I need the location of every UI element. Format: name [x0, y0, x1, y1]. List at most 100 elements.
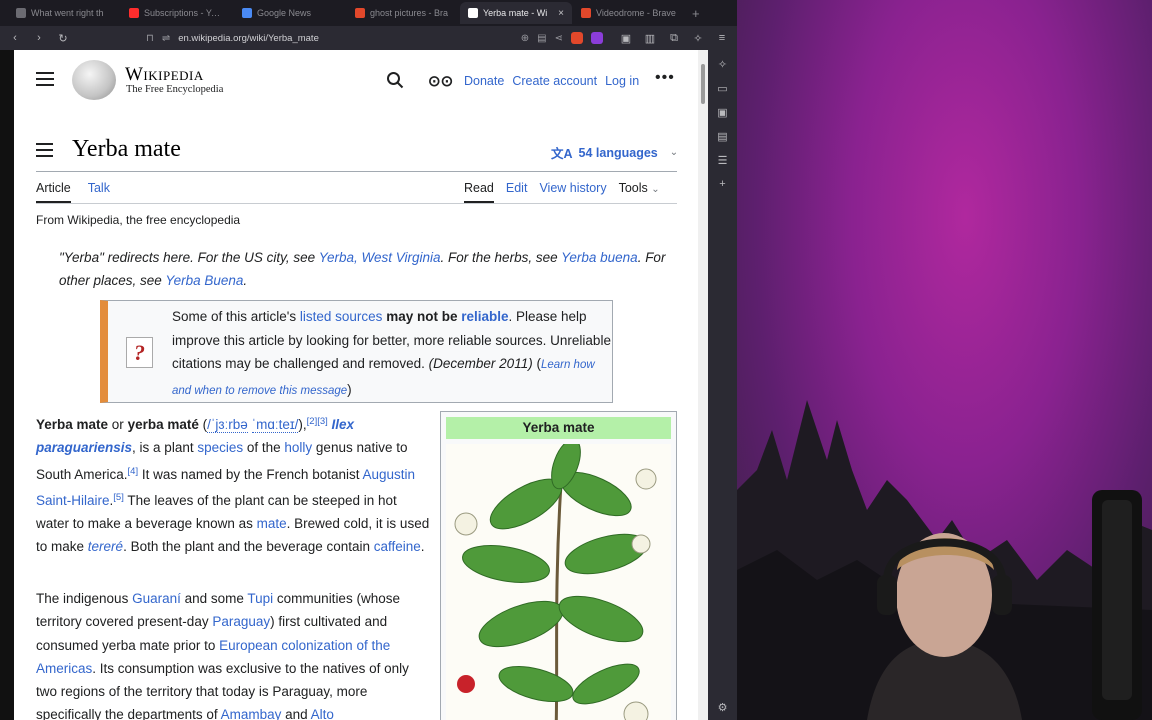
tab-label: Videodrome - Brave [596, 8, 676, 18]
plant-drawing [454, 444, 657, 720]
citation-link[interactable]: [3] [317, 416, 328, 427]
tab-talk[interactable]: Talk [88, 181, 110, 203]
view-tabs: Read Edit View history Tools ⌄ [464, 181, 660, 203]
hatnote-link-yerba-buena[interactable]: Yerba buena [561, 250, 638, 265]
zoom-icon[interactable]: ⊕ [521, 33, 529, 44]
browser-tab[interactable]: Videodrome - Brave [573, 2, 685, 24]
citation-link[interactable]: [4] [128, 466, 139, 477]
share-icon[interactable]: ⋖ [555, 33, 563, 44]
ipa-link[interactable]: /ˈjɜːrbə [207, 417, 248, 433]
bookmark-icon[interactable]: ⊓ [146, 33, 154, 44]
appearance-icon[interactable]: ⊙⊙ [428, 72, 453, 90]
browser-tab[interactable]: What went right th [8, 2, 120, 24]
tools-label: Tools [618, 181, 648, 195]
site-info-icon[interactable]: ⇌ [162, 33, 170, 44]
page-scrollbar[interactable] [698, 50, 708, 720]
new-tab-button[interactable]: + [692, 6, 700, 21]
wikipedia-wordmark[interactable]: Wikipedia [125, 64, 204, 86]
bookmarks-icon[interactable]: ▤ [717, 130, 727, 143]
table-of-contents-icon[interactable] [36, 143, 53, 161]
warning-date: (December 2011) [428, 356, 533, 371]
browser-tab[interactable]: Yerba mate - Wi × [460, 2, 572, 24]
text: It was named by the French botanist [138, 466, 363, 482]
citation-link[interactable]: [2] [307, 416, 318, 427]
tab-edit[interactable]: Edit [506, 181, 528, 203]
languages-button[interactable]: 文A 54 languages ⌄ [551, 143, 678, 162]
tab-bar: What went right th Subscriptions - YouT Go… [0, 0, 737, 26]
question-mark-icon: ? [126, 337, 153, 368]
warning-text-part: Some of this article's [172, 309, 300, 324]
browser-tab[interactable]: ghost pictures - Bra [347, 2, 459, 24]
reload-icon[interactable]: ↻ [56, 32, 70, 45]
forward-icon[interactable]: › [32, 32, 46, 44]
url-text[interactable]: en.wikipedia.org/wiki/Yerba_mate [178, 33, 513, 44]
menu-icon[interactable]: ≡ [715, 32, 729, 44]
scrollbar-thumb[interactable] [701, 64, 705, 104]
browser-tab[interactable]: Subscriptions - YouT [121, 2, 233, 24]
create-account-link[interactable]: Create account [512, 74, 597, 88]
search-icon[interactable] [386, 71, 404, 89]
reading-list-icon[interactable]: ☰ [718, 154, 728, 167]
tab-view-history[interactable]: View history [539, 181, 606, 203]
tab-read[interactable]: Read [464, 181, 494, 203]
playlist-icon[interactable]: ▭ [717, 82, 727, 95]
amambay-link[interactable]: Amambay [221, 707, 282, 720]
chevron-down-icon: ⌄ [669, 147, 679, 158]
sidebar-toggle-icon[interactable]: ▥ [643, 32, 657, 45]
tab-label: Subscriptions - YouT [144, 8, 225, 18]
main-menu-icon[interactable] [36, 72, 54, 90]
brave-rewards-icon[interactable] [591, 32, 603, 44]
citation-link[interactable]: [5] [113, 492, 124, 503]
reliable-link[interactable]: reliable [461, 309, 508, 324]
text: ), [298, 417, 307, 432]
tab-label: What went right th [31, 8, 104, 18]
leo-icon[interactable]: ✧ [691, 32, 705, 45]
holly-link[interactable]: holly [284, 440, 312, 455]
tab-article[interactable]: Article [36, 181, 71, 203]
namespace-tabs: Article Talk [36, 181, 110, 203]
mate-link[interactable]: mate [257, 516, 287, 531]
add-panel-icon[interactable]: + [719, 178, 725, 190]
donate-link[interactable]: Donate [464, 74, 504, 88]
listed-sources-link[interactable]: listed sources [300, 309, 383, 324]
more-options-icon[interactable]: ••• [655, 69, 675, 87]
wallet-icon[interactable]: ▣ [619, 32, 633, 45]
reader-icon[interactable]: ▤ [537, 33, 546, 44]
caffeine-link[interactable]: caffeine [374, 539, 421, 554]
wikipedia-globe-logo[interactable] [72, 60, 116, 100]
login-link[interactable]: Log in [605, 74, 639, 88]
address-bar[interactable]: ⊓ ⇌ en.wikipedia.org/wiki/Yerba_mate ⊕ ▤… [140, 29, 609, 47]
tools-dropdown[interactable]: Tools ⌄ [619, 181, 660, 203]
paraguay-link[interactable]: Paraguay [212, 614, 270, 629]
hatnote-link-yerba-buena-places[interactable]: Yerba Buena [165, 273, 243, 288]
text: ( [198, 417, 208, 432]
tab-search-icon[interactable]: ⧉ [667, 32, 681, 45]
header-links: Donate Create account Log in [464, 74, 639, 88]
ipa-link[interactable]: ˈmɑːteɪ/ [251, 417, 299, 433]
warning-text-part: ( [532, 356, 541, 371]
text: The indigenous [36, 591, 133, 606]
settings-gear-icon[interactable]: ⚙ [718, 701, 728, 714]
tab-favicon-icon [468, 8, 478, 18]
tabs-divider [36, 203, 677, 204]
wallet-icon[interactable]: ▣ [717, 106, 727, 119]
back-icon[interactable]: ‹ [8, 32, 22, 44]
wikipedia-page: Wikipedia The Free Encyclopedia ⊙⊙ Donat… [14, 50, 700, 720]
hatnote: "Yerba" redirects here. For the US city,… [59, 246, 684, 292]
hatnote-link-yerba-wv[interactable]: Yerba, West Virginia [319, 250, 441, 265]
warning-bold: may not be [386, 309, 458, 324]
species-link[interactable]: species [197, 440, 243, 455]
browser-tab[interactable]: Google News [234, 2, 346, 24]
yerba-mate-illustration[interactable] [446, 444, 671, 720]
leo-ai-icon[interactable]: ✧ [718, 58, 727, 71]
brave-shield-icon[interactable] [571, 32, 583, 44]
hatnote-text: "Yerba" redirects here. For the US city,… [59, 250, 319, 265]
tupi-link[interactable]: Tupi [247, 591, 273, 606]
alto-link[interactable]: Alto [311, 707, 334, 720]
reliability-warning-box: ? Some of this article's listed sources … [100, 300, 613, 403]
browser-sidebar: ✧ ▭ ▣ ▤ ☰ + ⚙ [708, 50, 737, 720]
tab-favicon-icon [581, 8, 591, 18]
guarani-link[interactable]: Guaraní [132, 591, 181, 606]
tab-close-icon[interactable]: × [558, 8, 564, 19]
terere-link[interactable]: tereré [88, 539, 123, 554]
